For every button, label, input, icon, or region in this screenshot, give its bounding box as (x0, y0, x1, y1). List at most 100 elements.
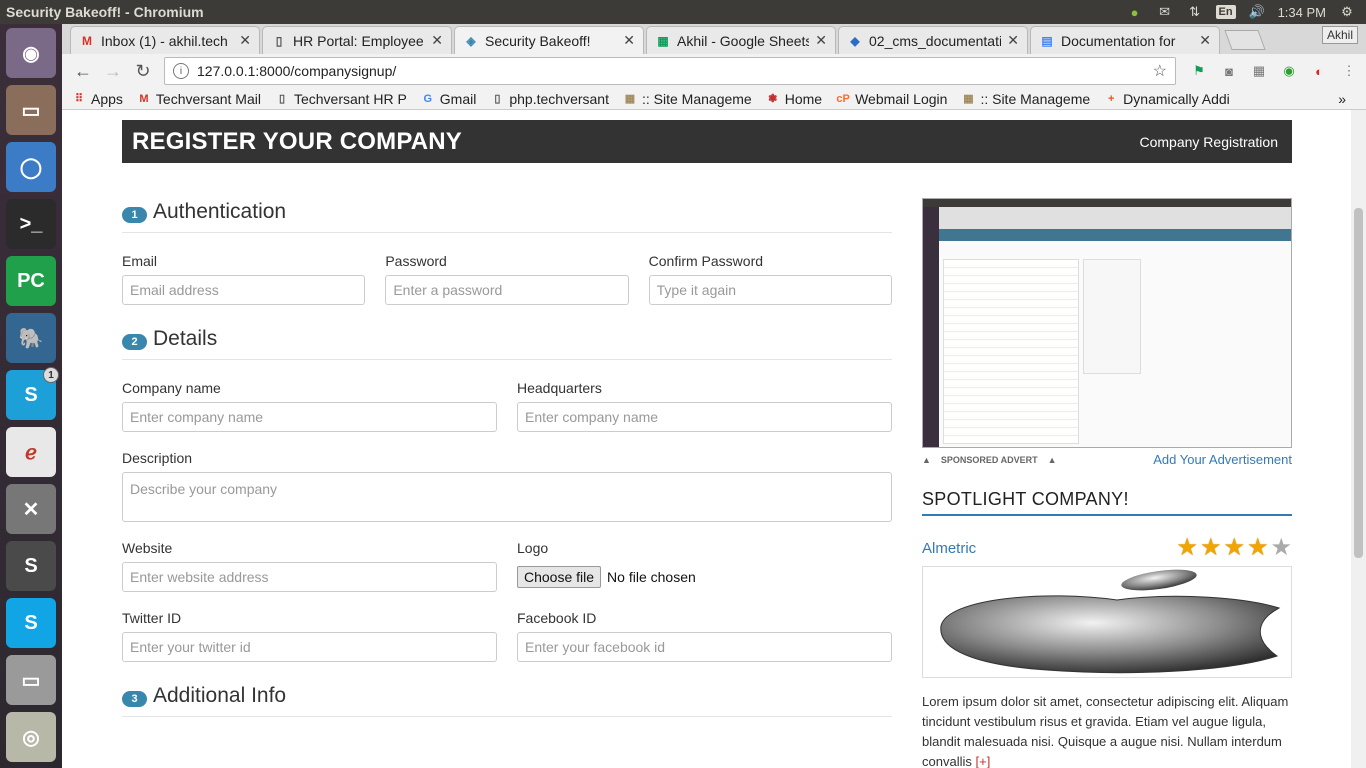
settings-tools-icon[interactable]: ✕ (6, 484, 56, 534)
bookmark-item[interactable]: ▦:: Site Manageme (961, 91, 1090, 107)
company-logo-image[interactable] (922, 566, 1292, 678)
postgres-icon[interactable]: 🐘 (6, 313, 56, 363)
bookmark-item[interactable]: ▦:: Site Manageme (623, 91, 752, 107)
sponsored-advert-image[interactable] (922, 198, 1292, 448)
pdf-viewer-icon[interactable]: ℯ (6, 427, 56, 477)
browser-tab[interactable]: M Inbox (1) - akhil.tech ✕ (70, 26, 260, 54)
tab-close-icon[interactable]: ✕ (239, 32, 251, 49)
bookmark-item[interactable]: ❃ Home (766, 91, 822, 107)
sublime-icon[interactable]: S (6, 541, 56, 591)
bookmark-item[interactable]: ▯ php.techversant (490, 91, 609, 107)
installer-icon[interactable]: ◎ (6, 712, 56, 762)
green-extension-icon[interactable]: ◉ (1280, 62, 1298, 80)
bookmark-label: Gmail (439, 90, 477, 107)
company-name-label: Company name (122, 380, 221, 396)
description-group: Description Describe your company (122, 450, 892, 522)
terminal-icon[interactable]: >_ (6, 199, 56, 249)
description-textarea[interactable]: Describe your company (122, 472, 892, 522)
headquarters-group: Headquarters Enter company name (517, 380, 892, 432)
tab-title: Akhil - Google Sheets (677, 32, 810, 49)
bookmark-favicon-icon: ▦ (624, 93, 636, 105)
add-advertisement-link[interactable]: Add Your Advertisement (1153, 452, 1292, 467)
keyboard-layout-indicator[interactable]: En (1215, 5, 1236, 19)
bookmark-favicon-icon: cP (836, 92, 850, 105)
site-info-icon[interactable]: i (173, 63, 189, 79)
reload-icon[interactable]: ↻ (130, 58, 156, 84)
browser-tab[interactable]: ◆ 02_cms_documentation ✕ (838, 26, 1028, 54)
page-scrollbar[interactable] (1351, 110, 1366, 768)
headquarters-field[interactable]: Enter company name (517, 402, 892, 432)
bookmark-star-icon[interactable]: ☆ (1153, 61, 1167, 81)
company-name-field[interactable]: Enter company name (122, 402, 497, 432)
address-bar[interactable]: i 127.0.0.1:8000/companysignup/ ☆ (164, 57, 1176, 85)
volume-icon[interactable]: 🔊 (1248, 4, 1266, 20)
section-authentication: 1 Authentication (122, 200, 892, 233)
tab-close-icon[interactable]: ✕ (431, 32, 443, 49)
pycharm-icon[interactable]: PC (6, 256, 56, 306)
tab-close-icon[interactable]: ✕ (815, 32, 827, 49)
web-page: REGISTER YOUR COMPANY Company Registrati… (62, 110, 1351, 768)
browser-tab[interactable]: ▦ Akhil - Google Sheets ✕ (646, 26, 836, 54)
unity-launcher: ◉ ▭ ◯ >_ PC 🐘 S 1 ℯ ✕ S S ▭ ◎ (0, 24, 62, 768)
browser-tab[interactable]: ▤ Documentation for ✕ (1030, 26, 1220, 54)
breadcrumb[interactable]: Company Registration (1139, 134, 1278, 150)
facebook-field[interactable]: Enter your facebook id (517, 632, 892, 662)
section-additional-info: 3 Additional Info (122, 684, 892, 717)
read-more-link[interactable]: [+] (975, 754, 990, 768)
scrollbar-thumb[interactable] (1354, 208, 1363, 558)
spotlight-company-link[interactable]: Almetric (922, 540, 976, 557)
choose-file-button[interactable]: Choose file (517, 566, 602, 588)
update-notifier-icon[interactable]: ● (1126, 4, 1144, 20)
files-icon[interactable]: ▭ (6, 85, 56, 135)
skype-icon[interactable]: S (6, 598, 56, 648)
tab-close-icon[interactable]: ✕ (1199, 32, 1211, 49)
extensions-area: ⚑ ◙ ▦ ◉ ◐ ⋮ (1190, 62, 1358, 80)
bookmark-item[interactable]: ⠿ Apps (72, 91, 123, 107)
tab-close-icon[interactable]: ✕ (623, 32, 635, 49)
camera-extension-icon[interactable]: ◙ (1220, 62, 1238, 80)
extension-puzzle-icon[interactable]: ⚑ (1190, 62, 1208, 80)
skype-beta-icon[interactable]: S1 (6, 367, 59, 420)
bookmark-item[interactable]: M Techversant Mail (137, 91, 261, 107)
website-field[interactable]: Enter website address (122, 562, 497, 592)
grid-extension-icon[interactable]: ▦ (1250, 62, 1268, 80)
confirm-password-field[interactable]: Type it again (648, 275, 892, 305)
browser-tab[interactable]: ◈ Security Bakeoff! ✕ (454, 26, 644, 54)
bookmark-label: Techversant HR P (293, 90, 407, 107)
twitter-field[interactable]: Enter your twitter id (122, 632, 497, 662)
messaging-icon[interactable]: ✉ (1156, 4, 1174, 20)
bookmark-item[interactable]: G Gmail (421, 91, 477, 107)
bookmark-item[interactable]: + Dynamically Addi (1104, 91, 1230, 107)
power-gear-icon[interactable]: ⚙ (1338, 4, 1356, 20)
tab-title: HR Portal: Employee (293, 32, 424, 49)
website-label: Website (122, 540, 173, 556)
back-arrow-icon[interactable]: ← (70, 58, 96, 84)
password-field[interactable]: Enter a password (385, 275, 629, 305)
bookmark-label: :: Site Manageme (641, 90, 752, 107)
browser-tab[interactable]: ▯ HR Portal: Employee ✕ (262, 26, 452, 54)
bookmark-label: Dynamically Addi (1123, 90, 1230, 107)
drive-icon[interactable]: ▭ (6, 655, 56, 705)
address-url[interactable]: 127.0.0.1:8000/companysignup/ (197, 63, 1145, 79)
bookmark-item[interactable]: cP Webmail Login (836, 91, 947, 107)
clock[interactable]: 1:34 PM (1278, 5, 1326, 20)
profile-button[interactable]: Akhil (1321, 26, 1358, 44)
tab-close-icon[interactable]: ✕ (1007, 32, 1019, 49)
menu-kebab-icon[interactable]: ⋮ (1340, 62, 1358, 80)
launcher-glyph: ℯ (25, 441, 37, 464)
network-icon[interactable]: ⇅ (1186, 4, 1204, 20)
bookmark-item[interactable]: ▯ Techversant HR P (275, 91, 407, 107)
star-empty-icon: ★ (1270, 534, 1292, 561)
bookmark-favicon-icon: ⠿ (74, 93, 84, 105)
chromium-icon[interactable]: ◯ (6, 142, 56, 192)
next-advert-icon[interactable]: ▲ (1048, 455, 1057, 465)
forward-arrow-icon[interactable]: → (100, 58, 126, 84)
launcher-glyph: ◯ (19, 156, 43, 179)
bookmark-label: Home (784, 90, 823, 107)
ubuntu-dash-icon[interactable]: ◉ (6, 28, 56, 78)
red-extension-icon[interactable]: ◐ (1310, 62, 1328, 80)
bookmarks-overflow-icon[interactable]: » (1338, 91, 1346, 107)
new-tab-button[interactable] (1224, 30, 1266, 50)
email-field[interactable]: Email address (122, 275, 366, 305)
prev-advert-icon[interactable]: ▲ (922, 455, 931, 465)
